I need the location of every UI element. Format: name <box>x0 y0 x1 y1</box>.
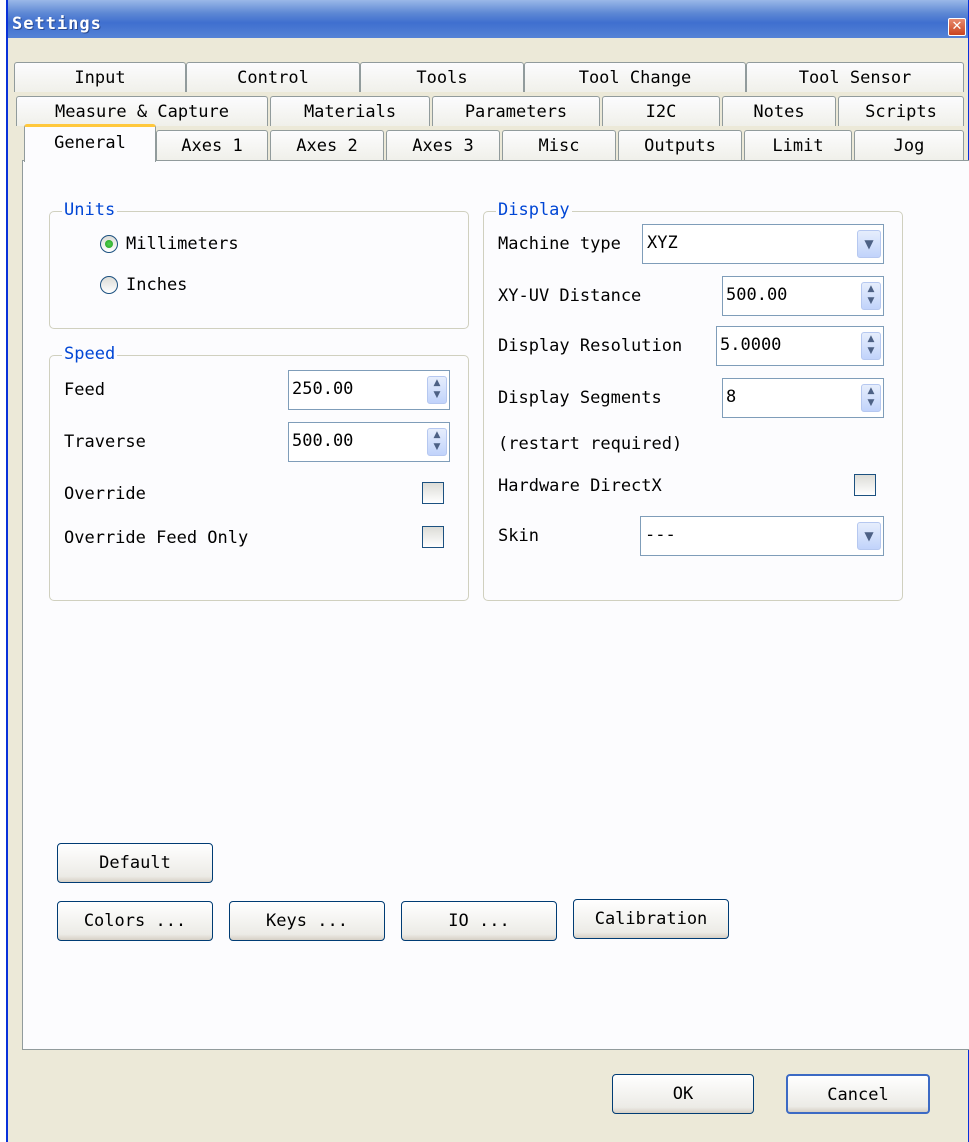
display-resolution-spinbox[interactable]: 5.0000 ▲ ▼ <box>716 326 884 366</box>
machine-type-label: Machine type <box>498 234 621 254</box>
restart-required-note: (restart required) <box>498 434 683 454</box>
machine-type-value: XYZ <box>647 233 678 253</box>
skin-select[interactable]: --- ▼ <box>640 516 884 556</box>
override-checkbox[interactable] <box>422 482 444 504</box>
tab-misc[interactable]: Misc <box>502 130 616 160</box>
tab-tools[interactable]: Tools <box>360 62 524 92</box>
tab-tool-sensor[interactable]: Tool Sensor <box>746 62 964 92</box>
close-button[interactable]: ✕ <box>948 18 966 36</box>
tab-outputs[interactable]: Outputs <box>618 130 742 160</box>
skin-value: --- <box>645 525 676 545</box>
display-group: Display Machine type XYZ ▼ XY-UV Distanc… <box>483 200 903 601</box>
display-segments-value: 8 <box>726 387 737 407</box>
ok-button[interactable]: OK <box>612 1074 754 1114</box>
display-segments-spinbox[interactable]: 8 ▲ ▼ <box>722 378 884 418</box>
inches-label[interactable]: Inches <box>126 275 187 295</box>
speed-legend: Speed <box>62 344 118 364</box>
spin-arrows-icon[interactable]: ▲ ▼ <box>427 428 447 456</box>
tab-axes-2[interactable]: Axes 2 <box>270 130 384 160</box>
traverse-value: 500.00 <box>292 431 354 451</box>
general-tab-panel: Units Millimeters Inches Speed Feed 250.… <box>22 160 969 1050</box>
settings-window: Settings ✕ Input Control Tools Tool Chan… <box>6 0 969 1142</box>
hardware-directx-checkbox[interactable] <box>854 474 876 496</box>
millimeters-label[interactable]: Millimeters <box>126 234 239 254</box>
window-title: Settings <box>12 14 102 34</box>
calibration-button[interactable]: Calibration <box>573 899 729 939</box>
override-feed-only-label: Override Feed Only <box>64 528 249 548</box>
units-group: Units Millimeters Inches <box>49 200 469 329</box>
feed-spinbox[interactable]: 250.00 ▲ ▼ <box>288 370 450 410</box>
speed-group: Speed Feed 250.00 ▲ ▼ Traverse 500.00 ▲ ▼ … <box>49 344 469 601</box>
xyuv-distance-value: 500.00 <box>726 285 788 305</box>
spin-arrows-icon[interactable]: ▲ ▼ <box>861 384 881 412</box>
spin-arrows-icon[interactable]: ▲ ▼ <box>861 282 881 310</box>
tab-input[interactable]: Input <box>14 62 186 92</box>
skin-label: Skin <box>498 526 539 546</box>
traverse-label: Traverse <box>64 432 146 452</box>
spin-arrows-icon[interactable]: ▲ ▼ <box>861 332 881 360</box>
tab-general[interactable]: General <box>24 124 156 162</box>
feed-value: 250.00 <box>292 379 354 399</box>
tab-axes-3[interactable]: Axes 3 <box>386 130 500 160</box>
tab-notes[interactable]: Notes <box>722 96 836 126</box>
tab-materials[interactable]: Materials <box>270 96 430 126</box>
hardware-directx-label: Hardware DirectX <box>498 476 662 496</box>
tab-scripts[interactable]: Scripts <box>838 96 964 126</box>
title-bar[interactable]: Settings ✕ <box>8 0 968 38</box>
millimeters-radio[interactable] <box>100 235 118 253</box>
tab-tool-change[interactable]: Tool Change <box>524 62 746 92</box>
feed-label: Feed <box>64 380 105 400</box>
override-feed-only-checkbox[interactable] <box>422 526 444 548</box>
tab-axes-1[interactable]: Axes 1 <box>156 130 268 160</box>
display-resolution-label: Display Resolution <box>498 336 683 356</box>
tab-parameters[interactable]: Parameters <box>432 96 600 126</box>
display-resolution-value: 5.0000 <box>720 335 782 355</box>
display-legend: Display <box>496 200 572 220</box>
xyuv-distance-spinbox[interactable]: 500.00 ▲ ▼ <box>722 276 884 316</box>
colors-button[interactable]: Colors ... <box>57 901 213 941</box>
inches-radio[interactable] <box>100 276 118 294</box>
close-icon: ✕ <box>951 19 963 34</box>
tab-jog[interactable]: Jog <box>854 130 964 160</box>
keys-button[interactable]: Keys ... <box>229 901 385 941</box>
io-button[interactable]: IO ... <box>401 901 557 941</box>
cancel-button[interactable]: Cancel <box>786 1074 930 1114</box>
xyuv-distance-label: XY-UV Distance <box>498 286 642 306</box>
machine-type-select[interactable]: XYZ ▼ <box>642 224 884 264</box>
override-label: Override <box>64 484 146 504</box>
display-segments-label: Display Segments <box>498 388 662 408</box>
spin-arrows-icon[interactable]: ▲ ▼ <box>427 376 447 404</box>
tab-measure-capture[interactable]: Measure & Capture <box>16 96 268 126</box>
traverse-spinbox[interactable]: 500.00 ▲ ▼ <box>288 422 450 462</box>
tab-control[interactable]: Control <box>186 62 360 92</box>
chevron-down-icon[interactable]: ▼ <box>857 230 881 258</box>
tab-i2c[interactable]: I2C <box>602 96 720 126</box>
default-button[interactable]: Default <box>57 843 213 883</box>
chevron-down-icon[interactable]: ▼ <box>857 522 881 550</box>
tab-limit[interactable]: Limit <box>744 130 852 160</box>
units-legend: Units <box>62 200 118 220</box>
